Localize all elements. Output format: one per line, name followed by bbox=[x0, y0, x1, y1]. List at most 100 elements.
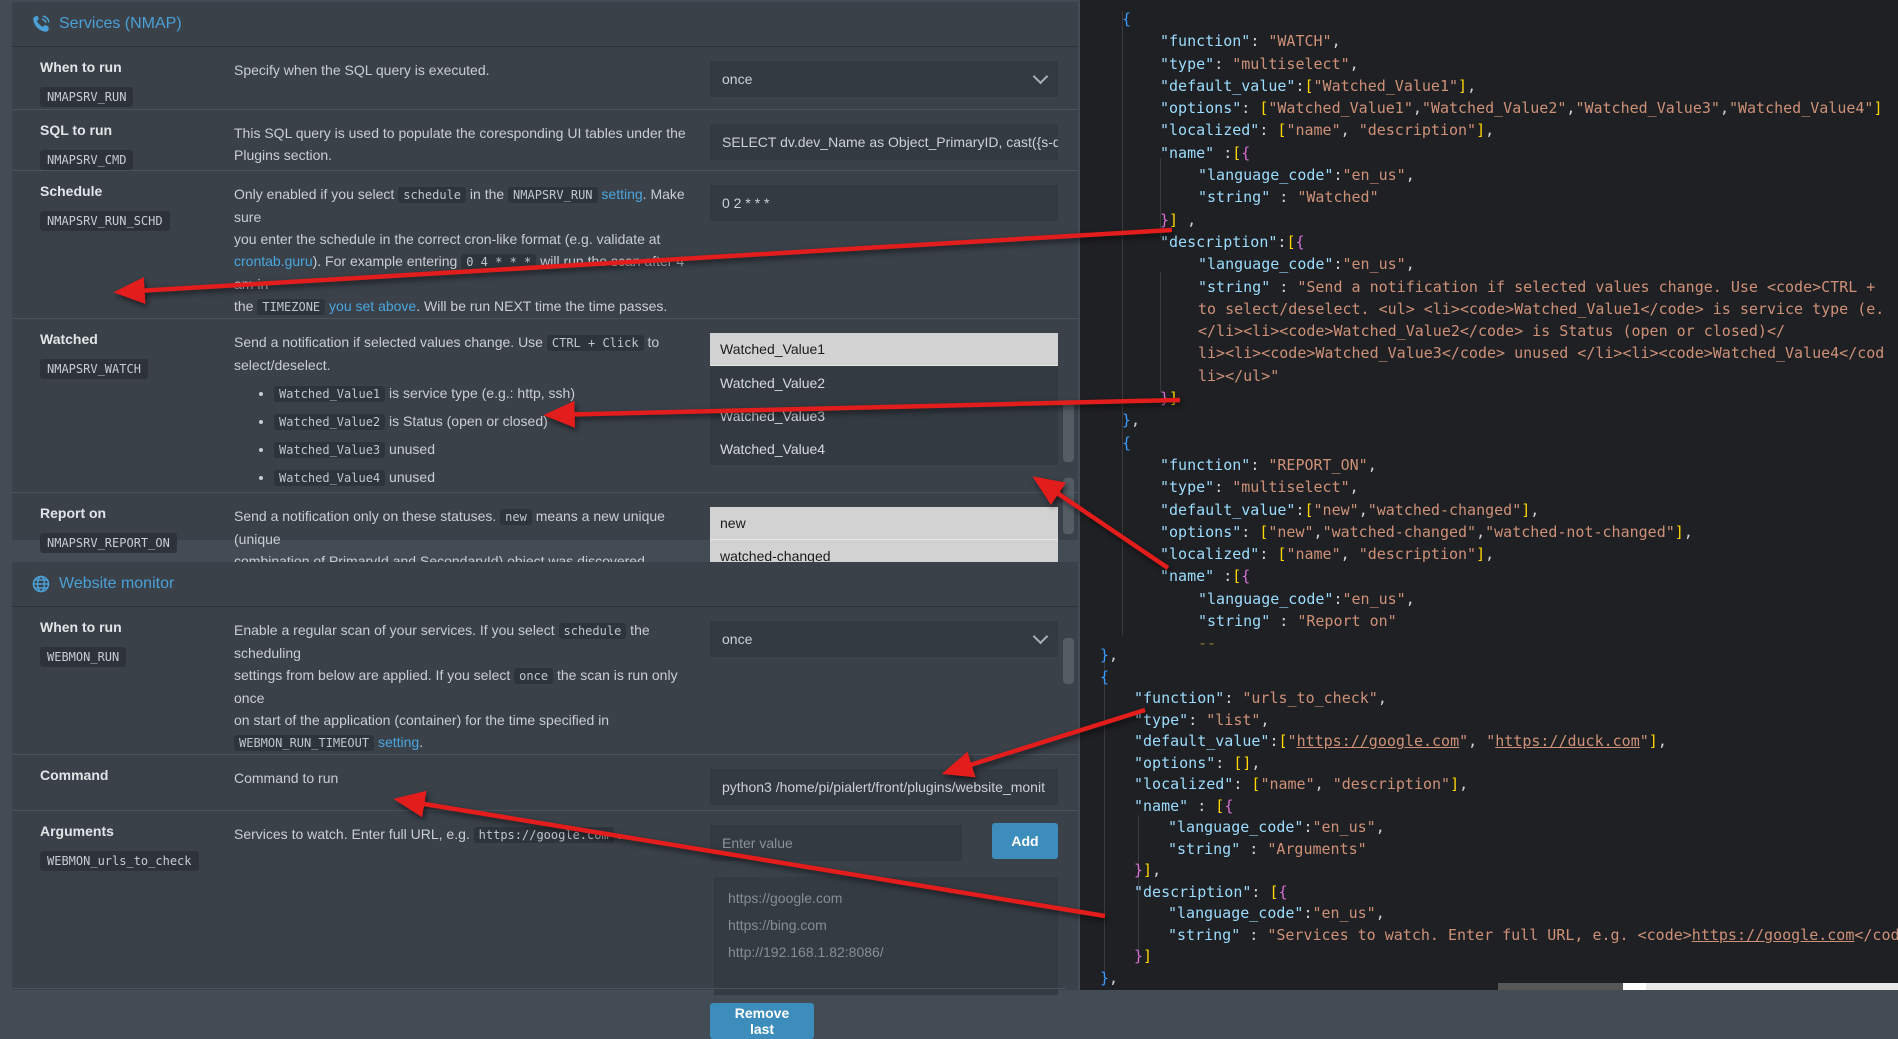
inline-link[interactable]: setting bbox=[378, 734, 419, 750]
page-scrollbar-thumb[interactable] bbox=[1063, 638, 1074, 684]
code-token: } bbox=[1160, 211, 1169, 229]
code-token: ] bbox=[1450, 775, 1459, 793]
code-token: "new" bbox=[1268, 523, 1313, 541]
code-line: "language_code":"en_us", bbox=[1080, 164, 1898, 186]
description-text: unused bbox=[385, 469, 435, 485]
description-text: Specify when the SQL query is executed. bbox=[234, 62, 490, 78]
label-column: SQL to runNMAPSRV_CMD bbox=[40, 122, 234, 170]
code-token: " bbox=[1640, 732, 1649, 750]
schedule-input[interactable]: 0 2 * * * bbox=[710, 185, 1058, 221]
description-text: Services to watch. Enter full URL, e.g. bbox=[234, 826, 474, 842]
code-token: "description" bbox=[1160, 233, 1277, 251]
description-text: This SQL query is used to populate the c… bbox=[234, 125, 686, 141]
code-snippet: {"function": "WATCH","type": "multiselec… bbox=[1080, 8, 1898, 655]
code-token: "Watched_Value1" bbox=[1314, 77, 1459, 95]
code-token: "name" bbox=[1160, 144, 1214, 162]
multiselect-option[interactable]: Watched_Value4 bbox=[710, 432, 1058, 465]
code-token: "description" bbox=[1333, 775, 1450, 793]
code-token: "urls_to_check" bbox=[1242, 689, 1377, 707]
list-item[interactable]: https://google.com bbox=[728, 885, 1044, 912]
description-line: you enter the schedule in the correct cr… bbox=[234, 228, 704, 250]
code-token: "language_code" bbox=[1198, 255, 1333, 273]
code-line: }], bbox=[1080, 860, 1898, 882]
code-line: "function": "urls_to_check", bbox=[1080, 688, 1898, 710]
code-token: "Arguments" bbox=[1267, 840, 1366, 858]
code-token: : bbox=[1214, 55, 1232, 73]
code-line: "type": "multiselect", bbox=[1080, 53, 1898, 75]
code-token: : bbox=[1295, 501, 1304, 519]
code-line: "language_code":"en_us", bbox=[1080, 253, 1898, 275]
sql-to-run-input[interactable]: SELECT dv.dev_Name as Object_PrimaryID, … bbox=[710, 124, 1058, 160]
code-line: "default_value":["new","watched-changed"… bbox=[1080, 499, 1898, 521]
code-line: }, bbox=[1080, 968, 1898, 990]
code-token: "options" bbox=[1160, 523, 1241, 541]
code-token: " bbox=[1288, 732, 1297, 750]
code-token: "en_us" bbox=[1343, 166, 1406, 184]
section-title: Website monitor bbox=[59, 575, 174, 593]
code-token: "name" bbox=[1134, 797, 1188, 815]
watched-multiselect[interactable]: Watched_Value1Watched_Value2Watched_Valu… bbox=[710, 333, 1058, 465]
code-token: [ bbox=[1269, 883, 1278, 901]
setting-description: Only enabled if you select schedule in t… bbox=[234, 183, 704, 318]
inline-link[interactable]: crontab.guru bbox=[234, 253, 313, 269]
code-token: : bbox=[1233, 775, 1251, 793]
code-token: " bbox=[1459, 732, 1468, 750]
code-line: "options": ["Watched_Value1","Watched_Va… bbox=[1080, 97, 1898, 119]
input-value: SELECT dv.dev_Name as Object_PrimaryID, … bbox=[722, 134, 1058, 150]
code-token: , bbox=[1341, 545, 1359, 563]
setting-key-badge: NMAPSRV_CMD bbox=[40, 150, 133, 170]
json-code-editor[interactable]: {"function": "WATCH","type": "multiselec… bbox=[1080, 0, 1898, 990]
code-token: , bbox=[1530, 501, 1539, 519]
multiselect-option[interactable]: Watched_Value3 bbox=[710, 399, 1058, 432]
arguments-list[interactable]: https://google.comhttps://bing.comhttp:/… bbox=[714, 877, 1058, 995]
add-button[interactable]: Add bbox=[992, 823, 1058, 859]
code-line: { bbox=[1080, 8, 1898, 30]
inline-code: CTRL + Click bbox=[547, 335, 644, 351]
code-token: , bbox=[1459, 775, 1468, 793]
code-token: "default_value" bbox=[1160, 77, 1295, 95]
label-column: ArgumentsWEBMON_urls_to_check bbox=[40, 823, 234, 871]
multiselect-option[interactable]: Watched_Value1 bbox=[710, 333, 1058, 366]
code-token: "watched-changed" bbox=[1368, 501, 1522, 519]
multiselect-option[interactable]: new bbox=[710, 507, 1058, 540]
code-line: "string" : "Services to watch. Enter ful… bbox=[1080, 925, 1898, 947]
list-item[interactable]: https://bing.com bbox=[728, 912, 1044, 939]
code-token: , bbox=[1378, 689, 1387, 707]
code-token: "Services to watch. Enter full URL, e.g.… bbox=[1267, 926, 1691, 944]
code-token: : bbox=[1259, 545, 1277, 563]
code-token: } bbox=[1100, 646, 1109, 664]
list-item[interactable]: http://192.168.1.82:8086/ bbox=[728, 939, 1044, 966]
description-line: select/deselect. bbox=[234, 354, 704, 376]
code-token: { bbox=[1241, 567, 1250, 585]
code-token: "Watched_Value1" bbox=[1268, 99, 1413, 117]
code-line: { bbox=[1080, 432, 1898, 454]
page-scrollbar-thumb[interactable] bbox=[1063, 478, 1074, 534]
section-title: Services (NMAP) bbox=[59, 15, 182, 33]
code-token: "en_us" bbox=[1313, 818, 1376, 836]
code-line: li><li><code>Watched_Value3</code> unuse… bbox=[1080, 342, 1898, 364]
setting-description: Enable a regular scan of your services. … bbox=[234, 619, 704, 754]
inline-link[interactable]: setting bbox=[601, 186, 642, 202]
setting-label: Watched bbox=[40, 331, 234, 347]
command-input[interactable]: python3 /home/pi/pialert/front/plugins/w… bbox=[710, 769, 1058, 805]
code-token: li></ul>" bbox=[1198, 367, 1279, 385]
label-column: WatchedNMAPSRV_WATCH bbox=[40, 331, 234, 379]
remove-last-button[interactable]: Remove last bbox=[710, 1003, 814, 1039]
inline-link[interactable]: you set above bbox=[329, 298, 416, 314]
code-token: , bbox=[1178, 211, 1196, 229]
code-line: }, bbox=[1080, 645, 1898, 667]
webmon-when-to-run-select[interactable]: once bbox=[710, 621, 1058, 657]
multiselect-option[interactable]: Watched_Value2 bbox=[710, 366, 1058, 399]
code-token: "type" bbox=[1160, 478, 1214, 496]
code-line: to select/deselect. <ul> <li><code>Watch… bbox=[1080, 298, 1898, 320]
code-token: "description" bbox=[1359, 121, 1476, 139]
code-line: "language_code":"en_us", bbox=[1080, 903, 1898, 925]
when-to-run-select[interactable]: once bbox=[710, 61, 1058, 97]
code-token: , bbox=[1406, 166, 1415, 184]
code-token: : bbox=[1240, 840, 1267, 858]
arguments-input[interactable]: Enter value bbox=[710, 825, 962, 861]
code-token: ] bbox=[1649, 732, 1658, 750]
page-scrollbar-thumb[interactable] bbox=[1063, 400, 1074, 462]
code-token: "watched-not-changed" bbox=[1485, 523, 1675, 541]
description-line: the TIMEZONE you set above. Will be run … bbox=[234, 295, 704, 318]
